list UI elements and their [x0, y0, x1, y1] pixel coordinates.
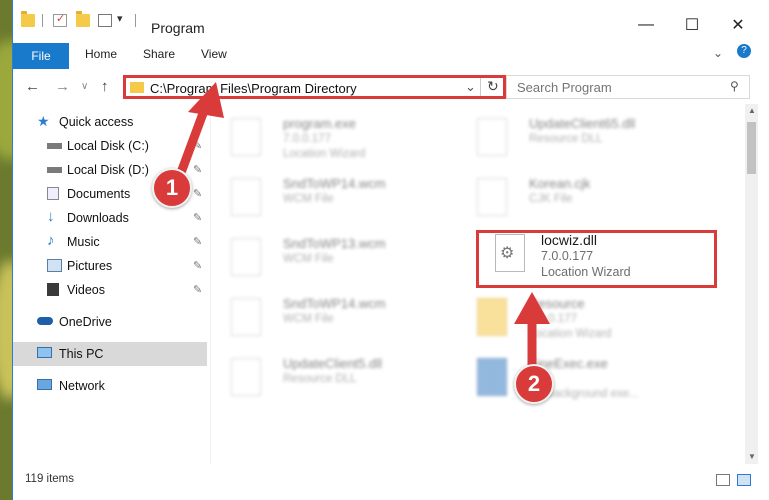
separator [42, 14, 43, 27]
monitor-icon [37, 347, 52, 358]
tab-share[interactable]: Share [143, 47, 175, 61]
address-path[interactable]: C:\Program Files\Program Directory [150, 81, 357, 96]
navigation-bar: ← → ∨ ↑ C:\Program Files\Program Directo… [13, 70, 769, 104]
properties-icon[interactable]: ✓ [53, 13, 67, 27]
navigation-pane: ★ Quick access Local Disk (C:) ✎ Local D… [13, 104, 210, 464]
exe-file-icon [231, 118, 261, 156]
pin-icon[interactable]: ✎ [193, 283, 202, 296]
scroll-down-icon[interactable]: ▼ [748, 452, 756, 461]
network-icon [37, 379, 52, 390]
pin-icon[interactable]: ✎ [193, 211, 202, 224]
step-badge-1: 1 [152, 168, 192, 208]
vertical-scrollbar[interactable]: ▲ ▼ [745, 104, 758, 464]
file-tile[interactable]: program.exe 7.0.0.177 Location Wizard [211, 110, 441, 168]
window-title: Program [151, 20, 205, 36]
status-bar: 119 items [13, 466, 769, 500]
drive-icon [47, 167, 62, 173]
pin-icon[interactable]: ✎ [193, 235, 202, 248]
highlight-locwiz-file [476, 230, 717, 288]
minimize-button[interactable]: — [626, 10, 666, 40]
refresh-icon[interactable]: ↻ [487, 78, 499, 95]
pin-icon[interactable]: ✎ [193, 187, 202, 200]
dll-file-icon [231, 358, 261, 396]
app-icon [477, 358, 507, 396]
file-tile[interactable]: FineExec.exe BY background exe... [457, 350, 687, 408]
large-icons-view-icon[interactable] [737, 474, 751, 486]
file-icon [477, 178, 507, 216]
close-button[interactable]: ✕ [718, 10, 758, 40]
details-view-icon[interactable] [716, 474, 730, 486]
download-icon: ↓ [47, 208, 55, 225]
search-icon[interactable]: ⚲ [730, 79, 739, 93]
customize-toolbar-icon[interactable] [98, 14, 112, 27]
back-arrow-icon[interactable]: ← [25, 78, 40, 95]
file-tile[interactable]: UpdateClient5.dll Resource DLL [211, 350, 441, 408]
search-input[interactable] [515, 79, 719, 96]
maximize-button[interactable]: ☐ [672, 10, 712, 40]
up-arrow-icon[interactable]: ↑ [101, 78, 109, 95]
scrollbar-thumb[interactable] [747, 122, 756, 174]
file-tile[interactable]: SndToWP14.wcm WCM File [211, 290, 441, 348]
separator [135, 14, 136, 27]
documents-icon [47, 187, 59, 200]
pictures-icon [47, 259, 62, 272]
file-icon [231, 298, 261, 336]
chevron-down-icon[interactable]: ∨ [81, 81, 88, 92]
pin-icon[interactable]: ✎ [193, 163, 202, 176]
step-badge-2: 2 [514, 364, 554, 404]
divider [480, 78, 481, 96]
title-bar: ✓ ▾ Program — ☐ ✕ [13, 0, 769, 40]
tab-home[interactable]: Home [85, 47, 117, 61]
sidebar-item-network[interactable]: Network [13, 374, 210, 398]
folder-icon [477, 298, 507, 336]
pin-icon[interactable]: ✎ [193, 139, 202, 152]
chevron-down-icon[interactable]: ⌄ [465, 79, 476, 95]
file-icon [231, 178, 261, 216]
music-icon: ♪ [47, 232, 55, 249]
forward-arrow-icon[interactable]: → [55, 78, 70, 95]
search-box[interactable]: ⚲ [506, 75, 750, 99]
sidebar-item-pictures[interactable]: Pictures ✎ [13, 254, 210, 278]
file-tile[interactable]: UpdateClient65.dll Resource DLL [457, 110, 687, 168]
expand-ribbon-icon[interactable]: ⌄ [713, 46, 723, 60]
sidebar-item-onedrive[interactable]: OneDrive [13, 310, 210, 334]
cloud-icon [37, 317, 53, 325]
sidebar-item-videos[interactable]: Videos ✎ [13, 278, 210, 302]
star-icon: ★ [37, 113, 50, 129]
tab-file[interactable]: File [13, 43, 69, 69]
file-tile[interactable]: SndToWP14.wcm WCM File [211, 170, 441, 228]
file-icon [231, 238, 261, 276]
help-icon[interactable]: ? [737, 44, 751, 58]
file-tile[interactable]: Korean.cjk CJK File [457, 170, 687, 228]
sidebar-item-quick-access[interactable]: ★ Quick access [13, 110, 210, 134]
videos-icon [47, 283, 59, 296]
new-folder-icon[interactable] [76, 11, 90, 27]
sidebar-item-downloads[interactable]: ↓ Downloads ✎ [13, 206, 210, 230]
ribbon: Home Share View ⌄ ? [13, 40, 769, 71]
sidebar-item-local-disk-c[interactable]: Local Disk (C:) ✎ [13, 134, 210, 158]
file-tile[interactable]: SndToWP13.wcm WCM File [211, 230, 441, 288]
dll-file-icon [477, 118, 507, 156]
folder-icon [130, 82, 144, 93]
sidebar-item-music[interactable]: ♪ Music ✎ [13, 230, 210, 254]
sidebar-item-this-pc[interactable]: This PC [13, 342, 207, 366]
drive-icon [47, 143, 62, 149]
address-bar[interactable]: C:\Program Files\Program Directory ⌄ ↻ [123, 75, 506, 99]
chevron-down-icon[interactable]: ▾ [117, 12, 123, 25]
scroll-up-icon[interactable]: ▲ [748, 106, 756, 115]
file-tile[interactable]: Resource 7.0.0.177 Location Wizard [457, 290, 687, 348]
item-count: 119 items [25, 473, 75, 485]
folder-icon [21, 11, 35, 27]
tab-view[interactable]: View [201, 47, 227, 61]
pin-icon[interactable]: ✎ [193, 259, 202, 272]
